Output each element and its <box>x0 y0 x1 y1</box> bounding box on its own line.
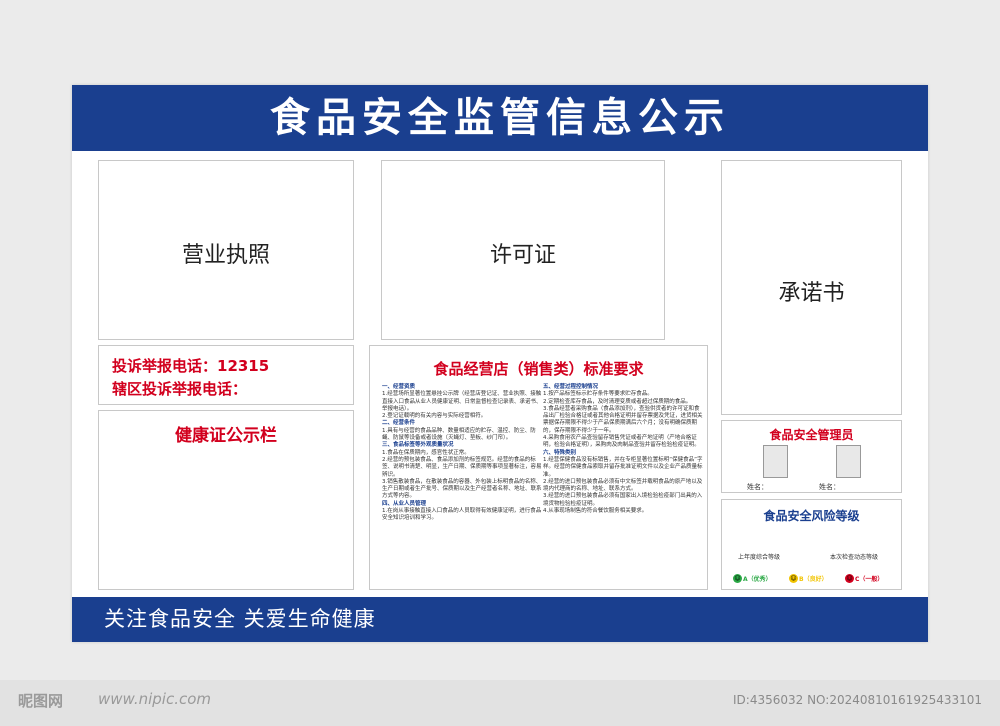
footer-slogan: 关注食品安全 关爱生命健康 <box>104 607 376 631</box>
footer-band: 关注食品安全 关爱生命健康 <box>72 597 928 642</box>
standards-heading: 三、食品标签等外观质量状况 <box>382 442 454 449</box>
standards-item: 4.从事现场制售的符合餐饮服务相关要求。 <box>543 508 648 515</box>
standards-heading: 四、从业人员管理 <box>382 500 427 507</box>
business-license-panel: 营业执照 <box>98 160 354 340</box>
standards-item: 1.具有与经营的食品品种、数量相适应的贮存、温控、防尘、防蝇、防鼠等设备或者设施… <box>382 427 536 442</box>
standards-item: 2.定期检查库存食品，及时清理变质或者超过保质期的食品。 <box>543 398 692 405</box>
standards-heading: 二、经营条件 <box>382 420 416 427</box>
standards-item: 2.经营的预包装食品、食品添加剂的标签规范。经营的食品的标签、说明书清楚、明显，… <box>382 456 542 478</box>
risk-level-c-label: C（一般） <box>855 576 884 583</box>
permit-panel: 许可证 <box>381 160 665 340</box>
standards-title: 食品经营店（销售类）标准要求 <box>433 360 644 378</box>
watermark-logo: 昵图网 <box>18 692 64 710</box>
commitment-panel: 承诺书 <box>721 160 902 415</box>
standards-item: 1.经营保健食品没有标销售，并在专柜显著位置标明“保健食品”字样。经营的保健食品… <box>543 456 703 478</box>
standards-item: 1.按产品标签标示贮存条件等要求贮存食品。 <box>543 391 653 398</box>
contact-box: 投诉举报电话：12315 辖区投诉举报电话： <box>98 345 354 405</box>
risk-level-b-icon: ☺ <box>789 574 798 583</box>
permit-label: 许可证 <box>489 243 556 268</box>
standards-item: 3.销售散装食品，在散装食品的容器、外包装上标明食品的名称、生产日期或者生产批号… <box>382 478 542 500</box>
commitment-label: 承诺书 <box>778 281 845 306</box>
manager-title: 食品安全管理员 <box>769 428 854 442</box>
risk-level-c-icon: ☺ <box>845 574 854 583</box>
risk-level-a-label: A（优秀） <box>743 576 772 583</box>
standards-left-column: 一、经营资质 1.经营场所显著位置悬挂公示牌（经营店登记证、营业执照、接触直接入口… <box>382 384 542 523</box>
standards-item: 1.在岗从事接触直接入口食品的人员取得有效健康证明，进行食品安全知识培训和学习。 <box>382 508 542 522</box>
complaint-phone: 投诉举报电话：12315 <box>112 357 270 375</box>
header-band: 食品安全监管信息公示 <box>72 85 928 151</box>
standards-heading: 六、特殊类别 <box>543 449 577 456</box>
business-license-label: 营业执照 <box>181 243 270 268</box>
watermark-site: www.nipic.com <box>98 690 212 708</box>
risk-title: 食品安全风险等级 <box>763 509 860 523</box>
manager-photo-1 <box>763 445 788 478</box>
safety-manager-panel: 食品安全管理员 姓名： 姓名： <box>721 420 902 493</box>
risk-level-a-icon: ☺ <box>733 574 742 583</box>
manager-name-label-2: 姓名： <box>819 483 840 491</box>
standards-item: 1.食品在保质期内，感官性状正常。 <box>382 449 470 456</box>
last-year-grade-label: 上年度综合等级 <box>738 554 781 561</box>
manager-name-label-1: 姓名： <box>747 483 768 491</box>
health-certificate-board: 健康证公示栏 <box>98 410 354 590</box>
standards-item: 2.经营的进口预包装食品必须有中文标签并载明食品的原产地以及境内代理商的名称、地… <box>543 478 703 493</box>
standards-right-column: 五、经营过程控制情况 1.按产品标签标示贮存条件等要求贮存食品。 2.定期检查库存食… <box>543 384 703 515</box>
standards-item: 1.经营场所显著位置悬挂公示牌（经营店登记证、营业执照、接触直接入口食品从业人员… <box>382 391 542 412</box>
page-title: 食品安全监管信息公示 <box>270 95 730 141</box>
standards-item: 3.食品经营者采购食品（食品添加剂），查验供货者的许可证和食品出厂检验合格证或者… <box>543 405 703 434</box>
risk-level-b-label: B（良好） <box>799 576 828 583</box>
health-board-title: 健康证公示栏 <box>175 426 277 446</box>
risk-level-panel: 食品安全风险等级 上年度综合等级 本次检查动态等级 ☺ A（优秀） ☺ B（良好） ☺ C… <box>721 499 902 590</box>
standards-item: 3.经营的进口预包装食品必须有国家出入境检验检疫部门出具的入境货物检验检疫证明。 <box>543 493 703 507</box>
watermark-id: ID:4356032 NO:20240810161925433101 <box>733 693 983 707</box>
district-phone: 辖区投诉举报电话： <box>112 380 248 398</box>
standards-item: 4.采购食用农产品查验留存销售凭证或者产地证明（产地合格证明，检验合格证明），采… <box>543 435 700 449</box>
standards-panel: 食品经营店（销售类）标准要求 一、经营资质 1.经营场所显著位置悬挂公示牌（经营店… <box>369 345 708 590</box>
manager-photo-2 <box>836 445 861 478</box>
this-inspection-grade-label: 本次检查动态等级 <box>830 554 879 561</box>
